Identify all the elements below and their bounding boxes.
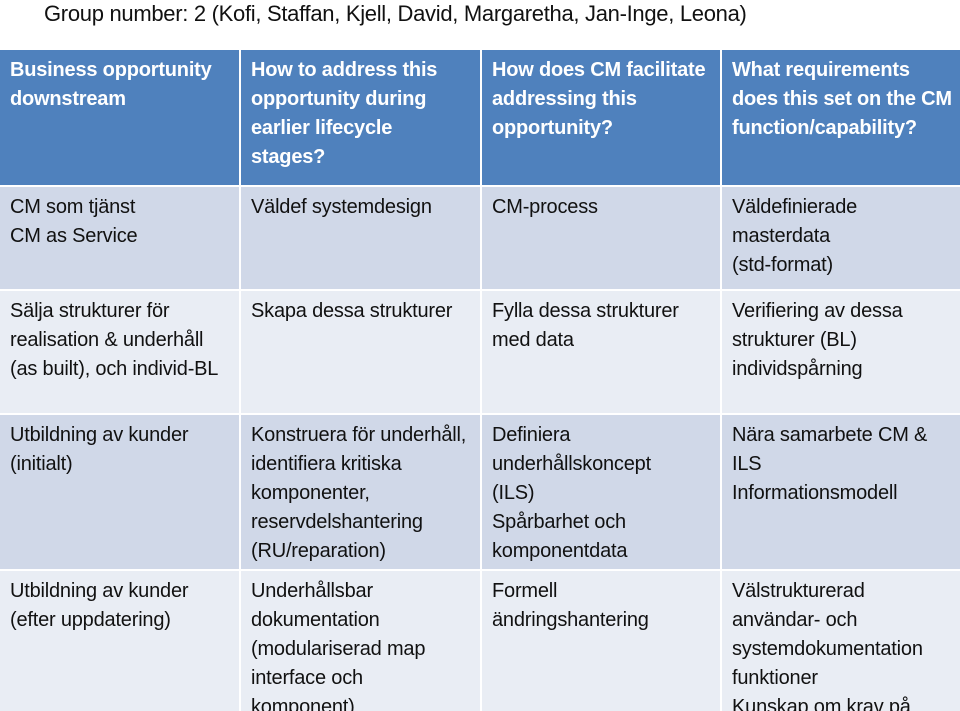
table-cell: Fylla dessa strukturer med data <box>482 291 720 413</box>
table-cell: Utbildning av kunder (initialt) <box>0 415 239 569</box>
table-cell: Utbildning av kunder (efter uppdatering) <box>0 571 239 711</box>
table-cell: CM-process <box>482 187 720 289</box>
table-header-cell: What requirements does this set on the C… <box>722 50 960 185</box>
table-cell: Underhållsbar dokumentation (modulariser… <box>241 571 480 711</box>
table-cell: Väldef systemdesign <box>241 187 480 289</box>
table-cell: Sälja strukturer för realisation & under… <box>0 291 239 413</box>
opportunity-table: Business opportunity downstream How to a… <box>0 50 960 711</box>
table-cell: Välstrukturerad användar- och systemdoku… <box>722 571 960 711</box>
table-cell: Skapa dessa strukturer <box>241 291 480 413</box>
table-cell: Nära samarbete CM & ILS Informationsmode… <box>722 415 960 569</box>
table-header-cell: How does CM facilitate addressing this o… <box>482 50 720 185</box>
table-header-cell: Business opportunity downstream <box>0 50 239 185</box>
table-cell: Definiera underhållskoncept (ILS) Spårba… <box>482 415 720 569</box>
table-header-cell: How to address this opportunity during e… <box>241 50 480 185</box>
table-cell: CM som tjänst CM as Service <box>0 187 239 289</box>
table-cell: Formell ändringshantering <box>482 571 720 711</box>
table-cell: Verifiering av dessa strukturer (BL) ind… <box>722 291 960 413</box>
table-cell: Väldefinierade masterdata (std-format) <box>722 187 960 289</box>
table-cell: Konstruera för underhåll, identifiera kr… <box>241 415 480 569</box>
page-title: Group number: 2 (Kofi, Staffan, Kjell, D… <box>44 1 747 26</box>
